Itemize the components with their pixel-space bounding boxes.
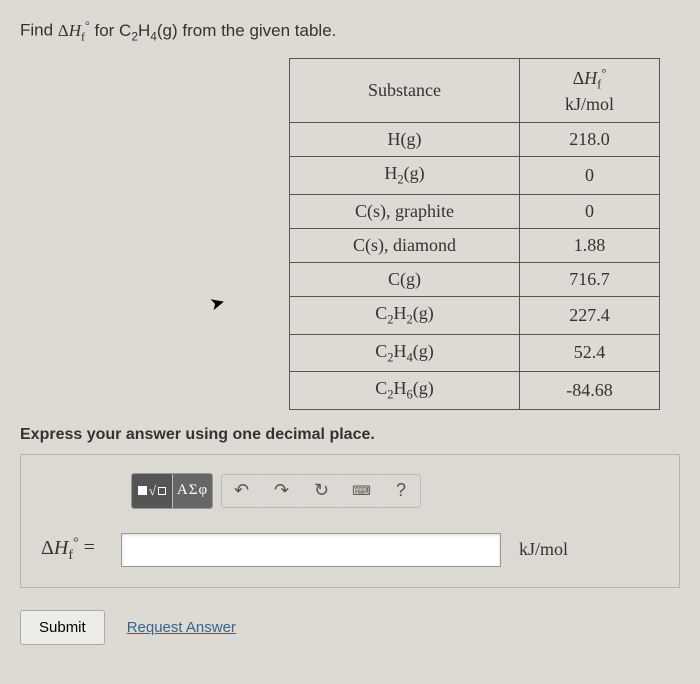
table-header-substance: Substance <box>290 59 520 123</box>
table-row: H2(g)0 <box>290 157 660 195</box>
question-delta-h: ΔHf° <box>58 21 90 40</box>
submit-button[interactable]: Submit <box>20 610 105 645</box>
greek-button[interactable]: ΑΣφ <box>172 474 212 508</box>
reset-button[interactable]: ↻ <box>301 474 341 508</box>
table-row: C(s), graphite0 <box>290 194 660 228</box>
equation-toolbar: √ ΑΣφ ↶ ↷ ↻ ⌨ ? <box>131 473 659 509</box>
help-icon: ? <box>396 480 406 501</box>
redo-icon: ↷ <box>274 480 289 501</box>
table-row: C2H4(g)52.4 <box>290 334 660 372</box>
keyboard-icon: ⌨ <box>352 483 371 499</box>
table-row: C2H6(g)-84.68 <box>290 372 660 410</box>
question-prefix: Find <box>20 21 58 40</box>
reset-icon: ↻ <box>314 480 329 501</box>
request-answer-link[interactable]: Request Answer <box>127 619 236 636</box>
table-header-unit: kJ/mol <box>565 94 614 114</box>
table-header-dh: ΔHf° kJ/mol <box>520 59 660 123</box>
undo-icon: ↶ <box>234 480 249 501</box>
question-text: Find ΔHf° for C2H4(g) from the given tab… <box>20 18 680 44</box>
answer-label: ΔHf° = <box>41 535 111 564</box>
undo-button[interactable]: ↶ <box>221 474 261 508</box>
answer-panel: √ ΑΣφ ↶ ↷ ↻ ⌨ ? ΔHf° = kJ/mol <box>20 454 680 588</box>
table-row: C(s), diamond1.88 <box>290 228 660 262</box>
answer-row: ΔHf° = kJ/mol <box>41 533 659 567</box>
table-row: C(g)716.7 <box>290 262 660 296</box>
keyboard-button[interactable]: ⌨ <box>341 474 381 508</box>
answer-input[interactable] <box>121 533 501 567</box>
redo-button[interactable]: ↷ <box>261 474 301 508</box>
table-row: H(g)218.0 <box>290 123 660 157</box>
toolbar-format-group: √ ΑΣφ <box>131 473 213 509</box>
data-table: Substance ΔHf° kJ/mol H(g)218.0 H2(g)0 C… <box>289 58 660 410</box>
question-target: for C2H4(g) from the given table. <box>94 21 336 40</box>
bottom-row: Submit Request Answer <box>20 610 680 645</box>
help-button[interactable]: ? <box>381 474 421 508</box>
answer-unit: kJ/mol <box>519 539 568 560</box>
template-button[interactable]: √ <box>132 474 172 508</box>
express-prompt: Express your answer using one decimal pl… <box>20 426 680 444</box>
table-row: C2H2(g)227.4 <box>290 296 660 334</box>
